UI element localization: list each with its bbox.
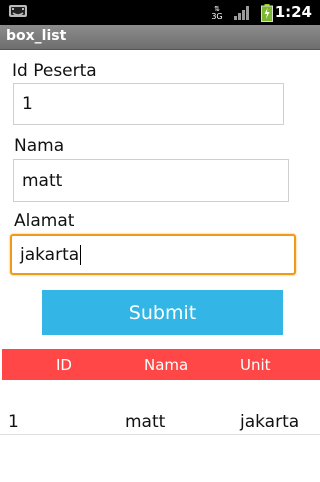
nama-input[interactable]: matt: [13, 159, 289, 202]
cell-id: 1: [8, 412, 19, 432]
title-bar: box_list: [0, 25, 320, 50]
nama-value: matt: [22, 170, 63, 191]
header-nama: Nama: [144, 356, 189, 374]
table-header: ID Nama Unit: [2, 349, 320, 380]
cell-nama: matt: [125, 412, 166, 432]
app-title: box_list: [6, 28, 67, 44]
signal-icon: [234, 6, 249, 20]
cell-unit: jakarta: [240, 412, 300, 432]
id-peserta-label: Id Peserta: [12, 61, 97, 81]
alamat-label: Alamat: [14, 211, 75, 231]
network-type-icon: ⇅ 3G: [211, 5, 223, 21]
header-id: ID: [56, 356, 72, 374]
network-label: 3G: [211, 12, 223, 21]
status-bar: ⇅ 3G 1:24: [0, 0, 320, 25]
nama-label: Nama: [14, 136, 65, 156]
submit-button[interactable]: Submit: [42, 290, 283, 335]
submit-label: Submit: [128, 301, 197, 324]
id-peserta-input[interactable]: 1: [13, 83, 284, 125]
table-row[interactable]: 1 matt jakarta: [0, 400, 320, 435]
header-unit: Unit: [240, 356, 271, 374]
notification-icon: [9, 5, 27, 17]
battery-icon: [261, 4, 273, 22]
alamat-input[interactable]: jakarta: [10, 234, 296, 275]
id-peserta-value: 1: [22, 94, 33, 114]
alamat-value: jakarta: [20, 244, 80, 265]
text-cursor: [80, 244, 82, 265]
clock: 1:24: [274, 3, 312, 21]
